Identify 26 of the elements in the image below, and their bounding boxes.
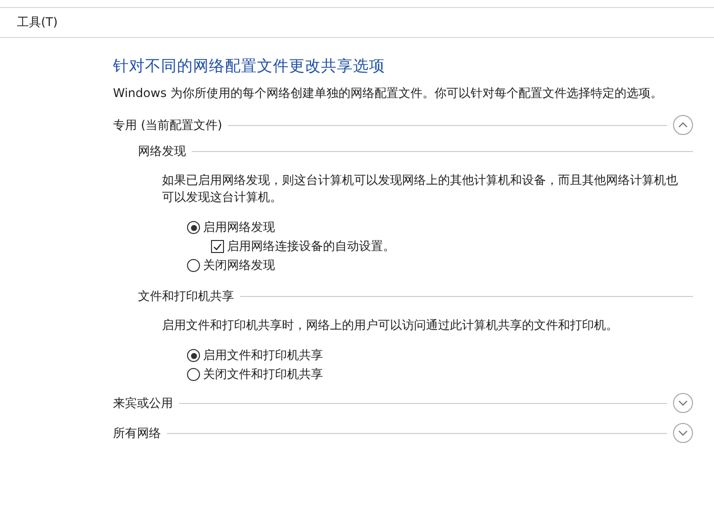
expand-button[interactable] [673,393,693,413]
chevron-down-icon [678,400,688,406]
section-heading: 来宾或公用 [113,394,173,412]
page-title: 针对不同的网络配置文件更改共享选项 [113,56,386,77]
option-label: 启用网络连接设备的自动设置。 [227,238,395,255]
expand-button[interactable] [673,423,693,443]
option-label: 启用文件和打印机共享 [203,347,323,364]
group-description: 如果已启用网络发现，则这台计算机可以发现网络上的其他计算机和设备，而且其他网络计算机也可以发现这台计算机。 [162,172,679,206]
group-heading: 文件和打印机共享 [138,288,234,304]
section-heading: 所有网络 [113,424,161,442]
group-heading: 网络发现 [138,142,186,160]
section-heading: 专用 (当前配置文件) [113,116,222,134]
radio-button[interactable] [187,368,200,381]
option-label: 关闭网络发现 [203,257,275,274]
page-description: Windows 为你所使用的每个网络创建单独的网络配置文件。你可以针对每个配置文件选择特定的选项。 [113,85,664,102]
option-label: 关闭文件和打印机共享 [203,366,323,383]
checkbox[interactable] [211,240,224,253]
chevron-up-icon [678,122,688,128]
chevron-down-icon [678,430,688,436]
option-label: 启用网络发现 [203,219,275,236]
radio-button[interactable] [187,349,200,362]
radio-button[interactable] [187,221,200,234]
radio-button[interactable] [187,259,200,272]
collapse-button[interactable] [673,115,693,135]
menu-item[interactable]: 工具(T) [17,14,58,31]
group-description: 启用文件和打印机共享时，网络上的用户可以访问通过此计算机共享的文件和打印机。 [162,317,619,334]
